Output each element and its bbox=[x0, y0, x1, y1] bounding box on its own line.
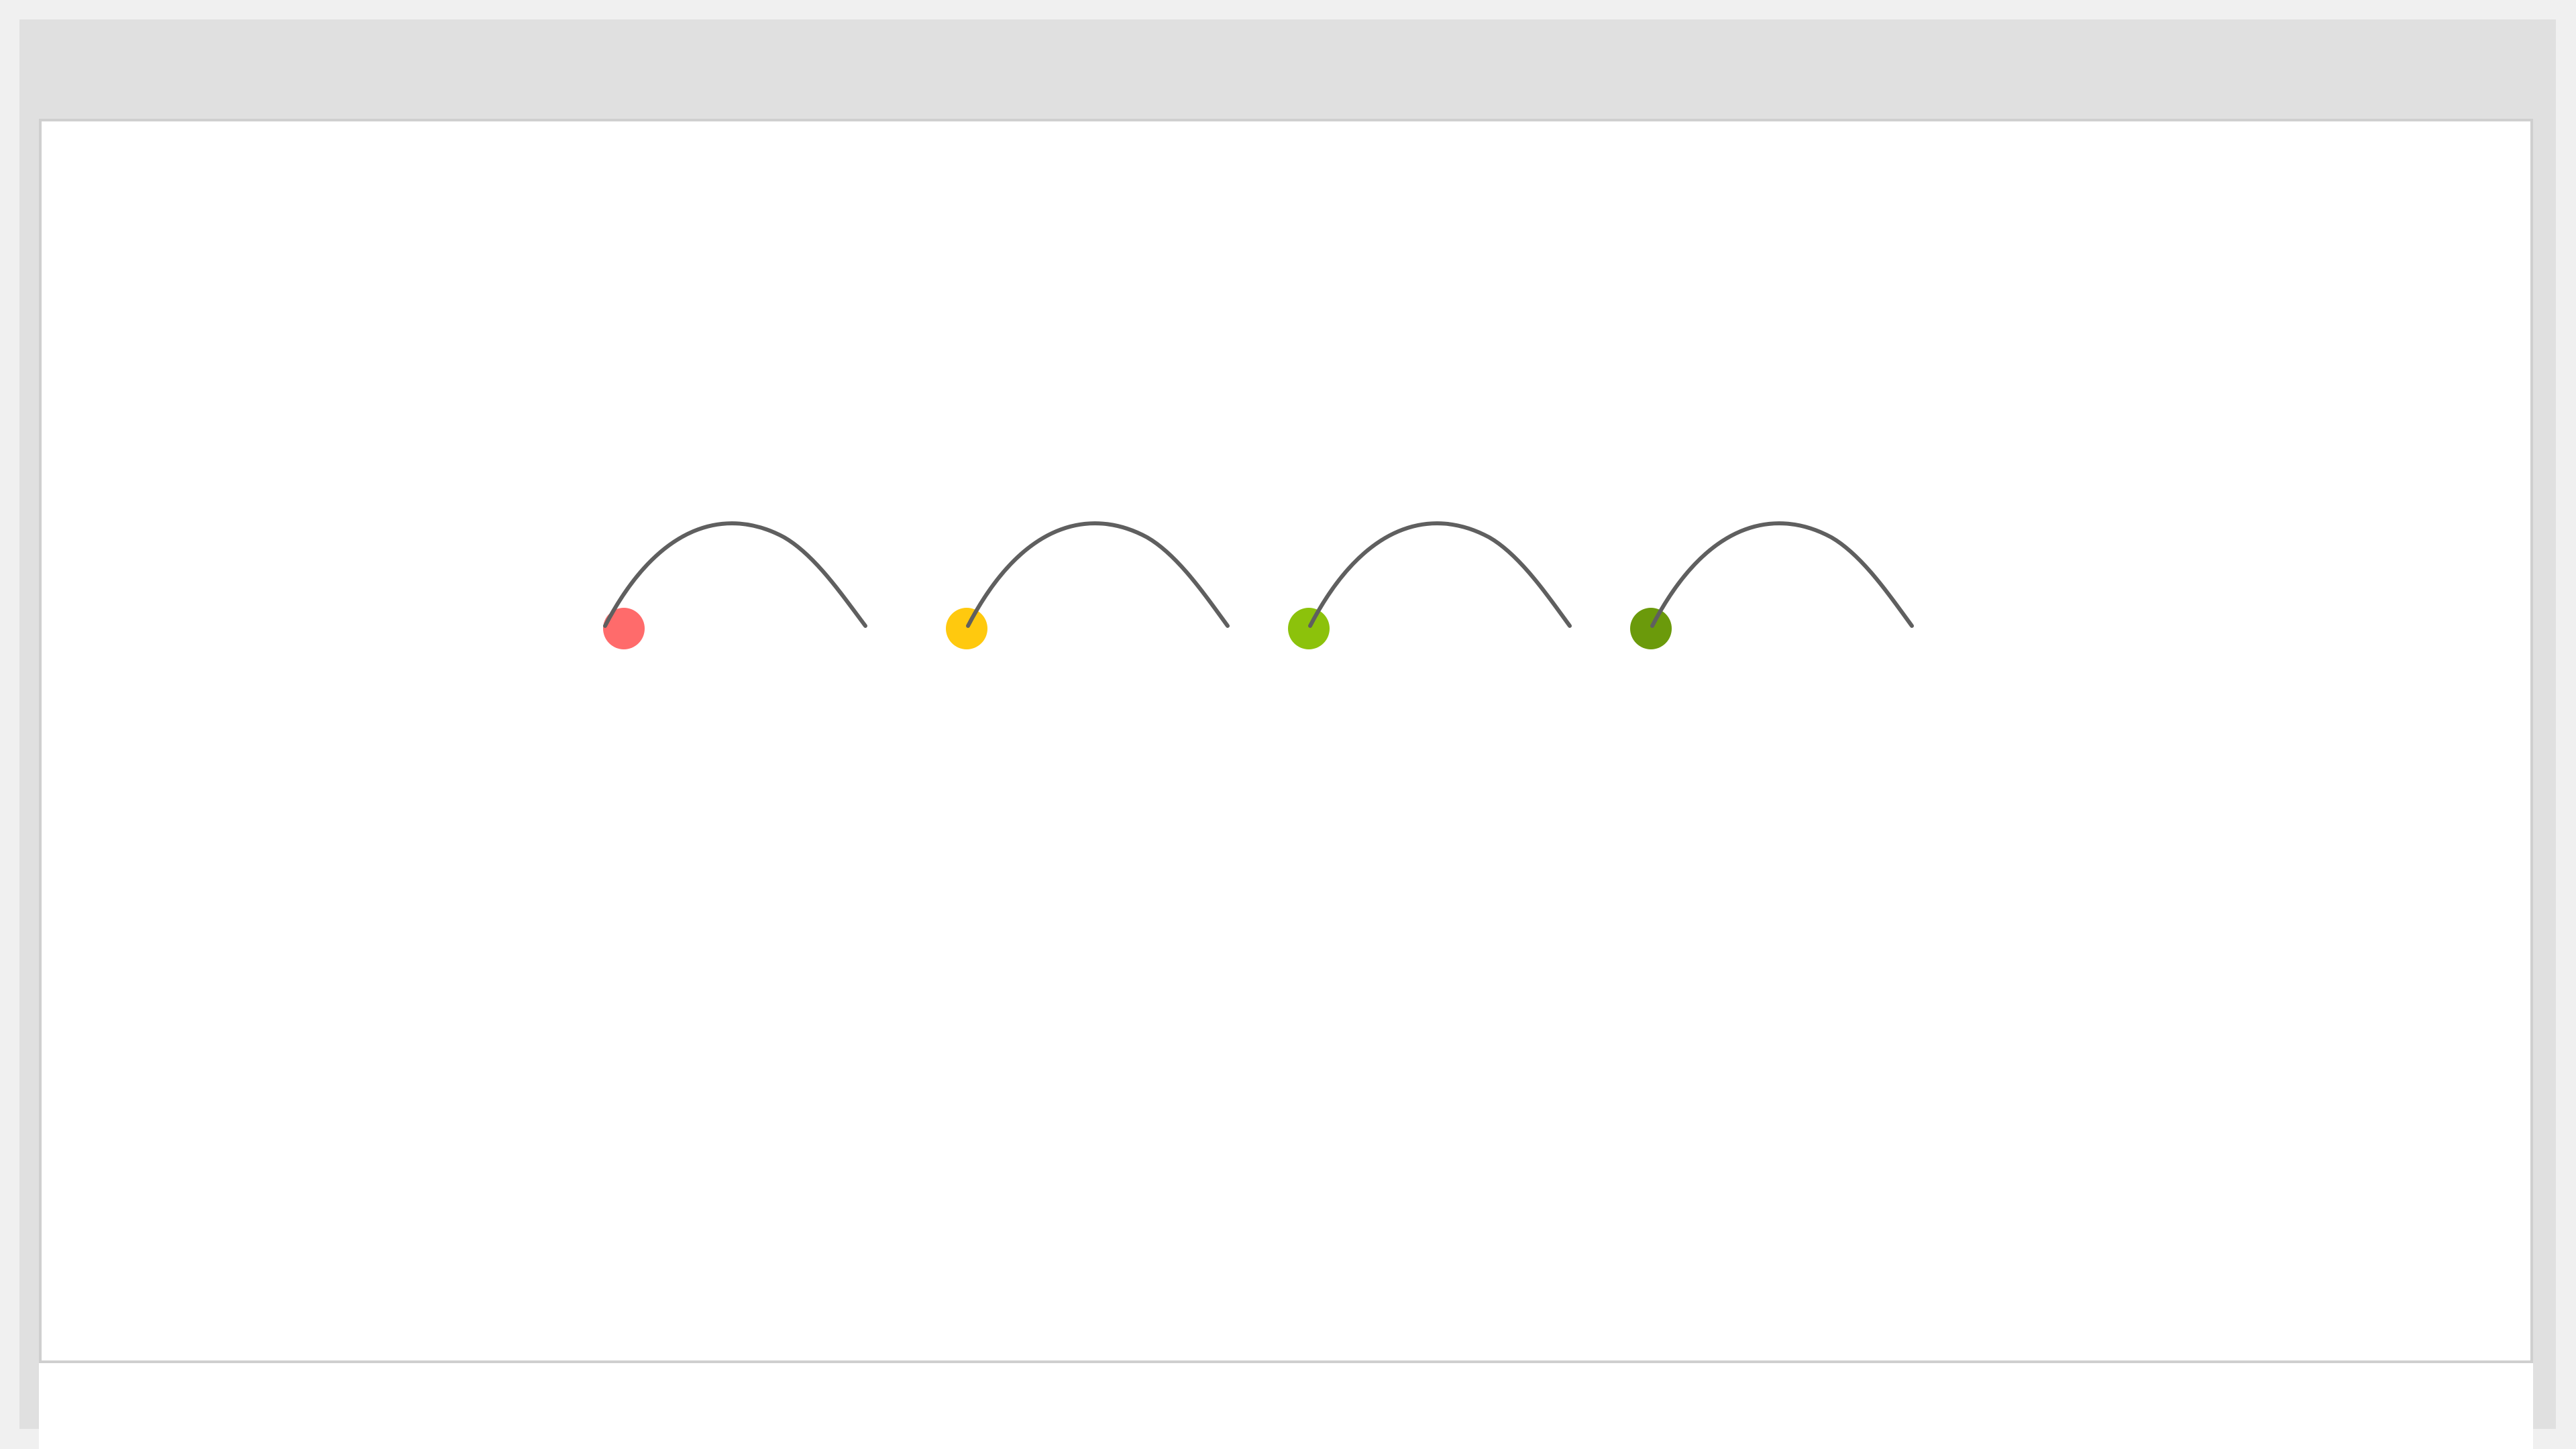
app-window bbox=[19, 19, 2556, 1449]
handle-dot-lime[interactable] bbox=[1288, 608, 1330, 649]
toolbar bbox=[19, 19, 2556, 119]
arc-stage bbox=[603, 521, 1914, 649]
drawing-canvas[interactable] bbox=[39, 119, 2533, 1363]
arc-group-4 bbox=[1630, 521, 1914, 649]
bottom-panel bbox=[39, 1363, 2533, 1449]
arc-group-1 bbox=[603, 521, 867, 649]
arc-curve-2 bbox=[966, 521, 1230, 628]
handle-dot-green[interactable] bbox=[1630, 608, 1672, 649]
arc-group-2 bbox=[946, 521, 1230, 649]
arc-curve-3 bbox=[1308, 521, 1572, 628]
handle-dot-yellow[interactable] bbox=[946, 608, 987, 649]
arc-curve-4 bbox=[1650, 521, 1914, 628]
arc-group-3 bbox=[1288, 521, 1572, 649]
arc-curve-1 bbox=[603, 521, 867, 628]
